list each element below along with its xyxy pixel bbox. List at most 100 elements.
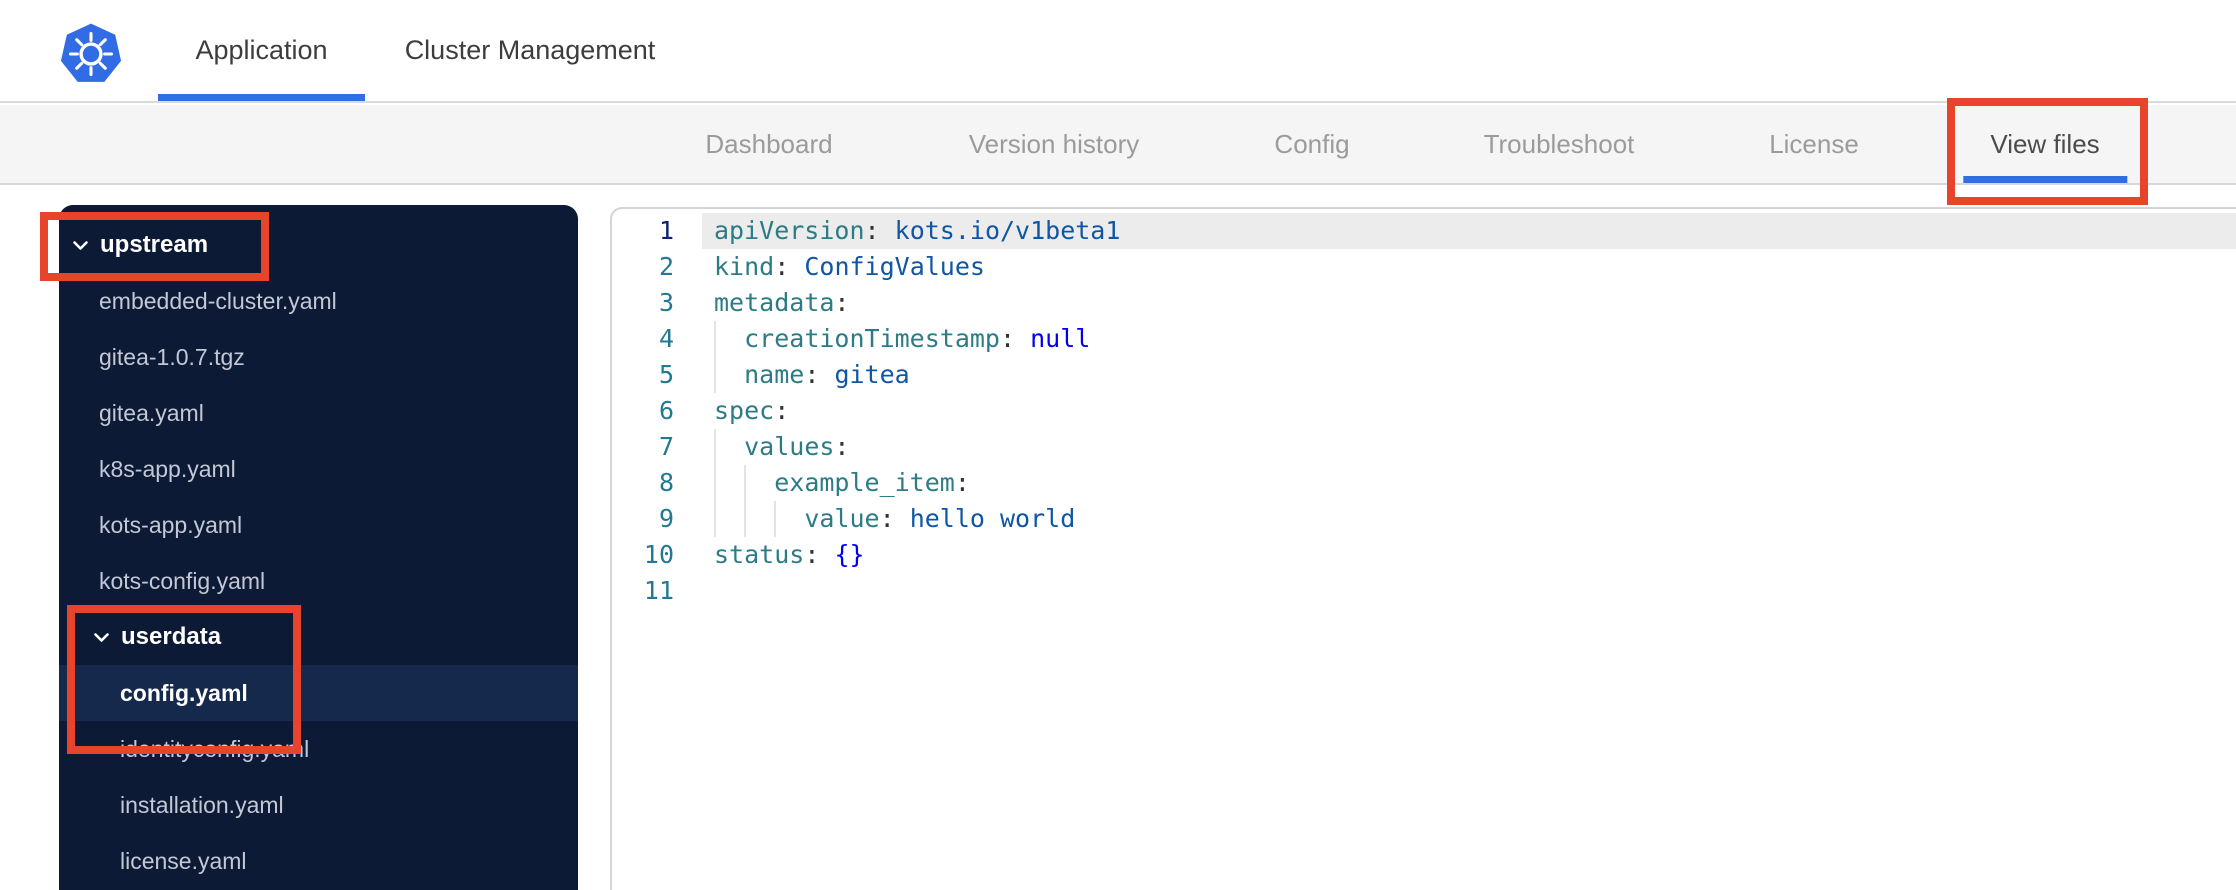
code-line: 1 apiVersion: kots.io/v1beta1: [612, 213, 2236, 249]
tab-label: Cluster Management: [404, 35, 656, 65]
tree-folder-userdata[interactable]: userdata: [59, 609, 578, 665]
file-label: kots-config.yaml: [99, 567, 266, 594]
token-str: kots.io/v1beta1: [894, 216, 1121, 245]
code-text: example_item:: [702, 465, 970, 501]
file-label: identityconfig.yaml: [120, 735, 310, 762]
line-number: 5: [658, 360, 674, 389]
line-number: 11: [643, 576, 674, 605]
kubernetes-logo: [60, 21, 122, 87]
token-key: value: [804, 504, 880, 533]
tree-file-embedded-cluster-yaml[interactable]: embedded-cluster.yaml: [59, 273, 578, 329]
tab-application[interactable]: Application: [158, 0, 365, 101]
tree-file-identityconfig-yaml[interactable]: identityconfig.yaml: [59, 721, 578, 777]
token-kw: {}: [834, 540, 865, 569]
tree-file-kots-config-yaml[interactable]: kots-config.yaml: [59, 553, 578, 609]
file-tree: upstream embedded-cluster.yaml gitea-1.0.7…: [59, 217, 578, 889]
token-key: example_item: [774, 468, 955, 497]
tree-file-installation-yaml[interactable]: installation.yaml: [59, 777, 578, 833]
indent-guide: [714, 501, 716, 537]
token-key: status: [714, 540, 805, 569]
yaml-editor[interactable]: 1 apiVersion: kots.io/v1beta1 2 kind: Confi…: [610, 207, 2236, 890]
nav-item-view-files[interactable]: View files: [1962, 105, 2127, 183]
tree-file-k8s-app-yaml[interactable]: k8s-app.yaml: [59, 441, 578, 497]
tree-file-kots-app-yaml[interactable]: kots-app.yaml: [59, 497, 578, 553]
code-text: status: {}: [702, 537, 865, 573]
code-line: 6 spec:: [612, 393, 2236, 429]
tree-file-gitea-1-0-7-tgz[interactable]: gitea-1.0.7.tgz: [59, 329, 578, 385]
file-label: embedded-cluster.yaml: [99, 287, 337, 314]
nav-item-label: Version history: [968, 128, 1140, 159]
line-number: 7: [658, 432, 674, 461]
code-line: 11: [612, 573, 2236, 609]
indent-guide: [714, 357, 716, 393]
token-punct: :: [954, 468, 970, 497]
file-label: gitea.yaml: [99, 399, 204, 426]
chevron-down-icon[interactable]: [93, 632, 110, 643]
nav-item-config[interactable]: Config: [1274, 105, 1349, 183]
token-key: kind: [714, 252, 775, 281]
tree-file-gitea-yaml[interactable]: gitea.yaml: [59, 385, 578, 441]
code-line: 4 creationTimestamp: null: [612, 321, 2236, 357]
token-key: metadata: [714, 288, 835, 317]
indent-guide: [744, 465, 747, 501]
chevron-down-icon[interactable]: [72, 240, 89, 251]
folder-label: upstream: [100, 231, 209, 258]
nav-item-label: Config: [1274, 128, 1350, 159]
indent-guide: [714, 465, 716, 501]
code-line: 8 example_item:: [612, 465, 2236, 501]
line-number: 1: [658, 216, 674, 245]
kubernetes-helm-wheel-icon: [60, 23, 122, 82]
code-text: kind: ConfigValues: [702, 249, 985, 285]
file-label: k8s-app.yaml: [99, 455, 236, 482]
nav-item-license[interactable]: License: [1769, 105, 1859, 183]
nav-item-dashboard[interactable]: Dashboard: [705, 105, 832, 183]
active-nav-underline: [1962, 176, 2127, 183]
file-label: kots-app.yaml: [99, 511, 243, 538]
line-number: 2: [658, 252, 674, 281]
tab-label: Application: [195, 35, 328, 65]
token-key: spec: [714, 396, 775, 425]
token-punct: :: [999, 324, 1016, 353]
file-label: config.yaml: [120, 679, 248, 706]
tree-file-license-yaml[interactable]: license.yaml: [59, 833, 578, 889]
token-punct: :: [804, 540, 820, 569]
token-str: gitea: [834, 360, 910, 389]
token-punct: :: [804, 360, 820, 389]
token-punct: :: [774, 252, 790, 281]
line-number: 6: [658, 396, 674, 425]
nav-item-troubleshoot[interactable]: Troubleshoot: [1484, 105, 1635, 183]
nav-item-label: View files: [1990, 128, 2100, 159]
nav-item-label: Dashboard: [705, 128, 833, 159]
token-punct: :: [834, 288, 850, 317]
editor-code-lines: 1 apiVersion: kots.io/v1beta1 2 kind: Confi…: [612, 213, 2236, 609]
line-number: 10: [643, 540, 674, 569]
line-number: 8: [658, 468, 674, 497]
code-text: apiVersion: kots.io/v1beta1: [702, 213, 1120, 249]
code-text: spec:: [702, 393, 789, 429]
code-text: values:: [702, 429, 849, 465]
code-line: 10 status: {}: [612, 537, 2236, 573]
tree-folder-upstream[interactable]: upstream: [59, 217, 578, 273]
code-line: 5 name: gitea: [612, 357, 2236, 393]
nav-item-label: License: [1769, 128, 1859, 159]
kots-admin-console: Application Cluster Management Dashboard V…: [0, 0, 2236, 890]
indent-guide: [714, 321, 716, 357]
token-str: hello world: [909, 504, 1076, 533]
code-line: 2 kind: ConfigValues: [612, 249, 2236, 285]
file-label: gitea-1.0.7.tgz: [99, 343, 245, 370]
tab-cluster-management[interactable]: Cluster Management: [395, 0, 665, 101]
token-punct: :: [879, 504, 895, 533]
nav-item-label: Troubleshoot: [1483, 128, 1635, 159]
token-punct: :: [864, 216, 880, 245]
token-key: apiVersion: [714, 216, 865, 245]
tree-file-config-yaml[interactable]: config.yaml: [59, 665, 578, 721]
nav-item-version-history[interactable]: Version history: [969, 105, 1140, 183]
indent-guide: [714, 429, 716, 465]
folder-label: userdata: [121, 623, 222, 650]
code-text: value: hello world: [702, 501, 1075, 537]
